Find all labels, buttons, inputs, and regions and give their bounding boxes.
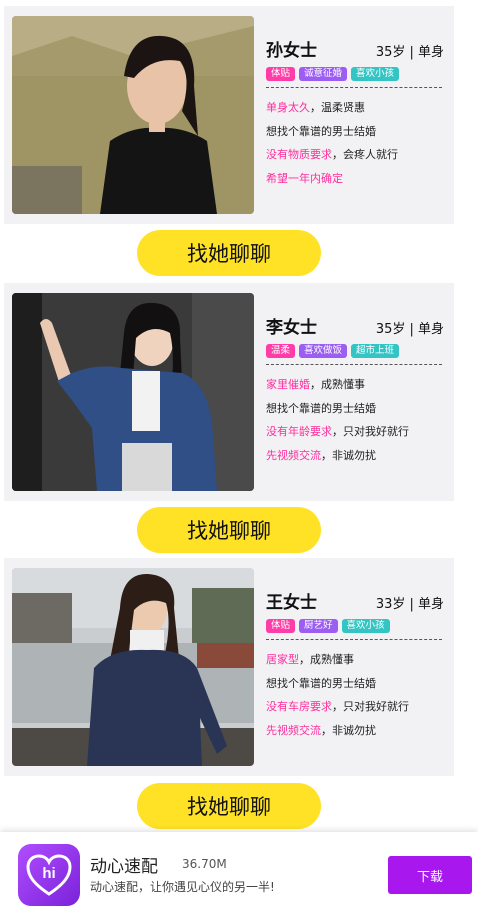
tag: 体贴 (266, 619, 296, 633)
plain-text: ，非诚勿扰 (321, 723, 376, 737)
highlight-text: 居家型 (266, 653, 299, 666)
download-button[interactable]: 下载 (388, 856, 472, 894)
chat-with-her-button[interactable]: 找她聊聊 (137, 507, 321, 553)
profile-tags: 体贴 诚意征婚 喜欢小孩 (266, 67, 444, 81)
plain-text: ，成熟懂事 (299, 653, 354, 666)
highlight-text: 单身太久 (266, 101, 310, 114)
profile-card[interactable]: 李女士 35岁 | 单身 温柔 喜欢做饭 超市上班 家里催婚，成熟懂事 想找个靠… (4, 283, 454, 501)
highlight-text: 先视频交流 (266, 448, 321, 462)
description-line: 想找个靠谱的男士结婚 (266, 401, 376, 415)
app-size: 36.70M (182, 857, 227, 871)
description-line: 单身太久，温柔贤惠 (266, 96, 444, 120)
app-icon[interactable]: hi (18, 844, 80, 906)
chat-with-her-button[interactable]: 找她聊聊 (137, 230, 321, 276)
tag: 温柔 (266, 344, 296, 358)
highlight-text: 家里催婚 (266, 378, 310, 391)
tag: 超市上班 (351, 344, 400, 358)
plain-text: ，只对我好就行 (332, 425, 409, 438)
profile-age-status: 35岁 | 单身 (375, 45, 444, 60)
description-line: 先视频交流，非诚勿扰 (266, 719, 444, 743)
tag: 喜欢小孩 (351, 67, 400, 81)
dashed-divider (266, 87, 442, 88)
profile-name: 孙女士 (266, 41, 317, 61)
description-line: 希望一年内确定 (266, 167, 444, 191)
tag: 诚意征婚 (299, 67, 348, 81)
highlight-text: 先视频交流 (266, 723, 321, 737)
plain-text: ，温柔贤惠 (310, 101, 365, 114)
profile-description: 单身太久，温柔贤惠 想找个靠谱的男士结婚 没有物质要求，会疼人就行 希望一年内确… (266, 96, 444, 190)
profile-info: 王女士 33岁 | 单身 体贴 厨艺好 喜欢小孩 居家型，成熟懂事 想找个靠谱的… (266, 588, 444, 742)
highlight-text: 没有车房要求 (266, 700, 332, 713)
profile-card[interactable]: 王女士 33岁 | 单身 体贴 厨艺好 喜欢小孩 居家型，成熟懂事 想找个靠谱的… (4, 558, 454, 776)
profile-description: 居家型，成熟懂事 想找个靠谱的男士结婚 没有车房要求，只对我好就行 先视频交流，… (266, 648, 444, 742)
highlight-text: 没有年龄要求 (266, 425, 332, 438)
highlight-text: 希望一年内确定 (266, 171, 343, 185)
tag: 厨艺好 (299, 619, 338, 633)
profile-photo[interactable] (12, 293, 254, 491)
description-line: 想找个靠谱的男士结婚 (266, 124, 376, 138)
profile-age-status: 33岁 | 单身 (375, 597, 444, 612)
description-line: 没有年龄要求，只对我好就行 (266, 420, 444, 444)
heart-chat-icon: hi (26, 854, 72, 896)
profile-description: 家里催婚，成熟懂事 想找个靠谱的男士结婚 没有年龄要求，只对我好就行 先视频交流… (266, 373, 444, 467)
profile-tags: 体贴 厨艺好 喜欢小孩 (266, 619, 444, 633)
description-line: 家里催婚，成熟懂事 (266, 373, 444, 397)
description-line: 居家型，成熟懂事 (266, 648, 444, 672)
profile-tags: 温柔 喜欢做饭 超市上班 (266, 344, 444, 358)
description-line: 没有车房要求，只对我好就行 (266, 695, 444, 719)
app-name: 动心速配 (90, 857, 158, 877)
chat-with-her-button[interactable]: 找她聊聊 (137, 783, 321, 829)
profile-info: 李女士 35岁 | 单身 温柔 喜欢做饭 超市上班 家里催婚，成熟懂事 想找个靠… (266, 313, 444, 467)
app-description: 动心速配，让你遇见心仪的另一半! (90, 880, 275, 894)
dashed-divider (266, 364, 442, 365)
dashed-divider (266, 639, 442, 640)
plain-text: ，成熟懂事 (310, 378, 365, 391)
plain-text: ，会疼人就行 (332, 148, 398, 161)
profile-info: 孙女士 35岁 | 单身 体贴 诚意征婚 喜欢小孩 单身太久，温柔贤惠 想找个靠… (266, 36, 444, 190)
app-download-banner[interactable]: hi 动心速配 36.70M 动心速配，让你遇见心仪的另一半! 下载 (0, 832, 478, 918)
profile-photo[interactable] (12, 16, 254, 214)
description-line: 没有物质要求，会疼人就行 (266, 143, 444, 167)
profile-name: 李女士 (266, 318, 317, 338)
profile-card[interactable]: 孙女士 35岁 | 单身 体贴 诚意征婚 喜欢小孩 单身太久，温柔贤惠 想找个靠… (4, 6, 454, 224)
profile-photo[interactable] (12, 568, 254, 766)
description-line: 先视频交流，非诚勿扰 (266, 444, 444, 468)
description-line: 想找个靠谱的男士结婚 (266, 676, 376, 690)
tag: 喜欢小孩 (341, 619, 390, 633)
profile-age-status: 35岁 | 单身 (375, 322, 444, 337)
plain-text: ，只对我好就行 (332, 700, 409, 713)
tag: 体贴 (266, 67, 296, 81)
profile-name: 王女士 (266, 593, 317, 613)
tag: 喜欢做饭 (299, 344, 348, 358)
app-icon-text: hi (42, 865, 55, 882)
highlight-text: 没有物质要求 (266, 148, 332, 161)
plain-text: ，非诚勿扰 (321, 448, 376, 462)
